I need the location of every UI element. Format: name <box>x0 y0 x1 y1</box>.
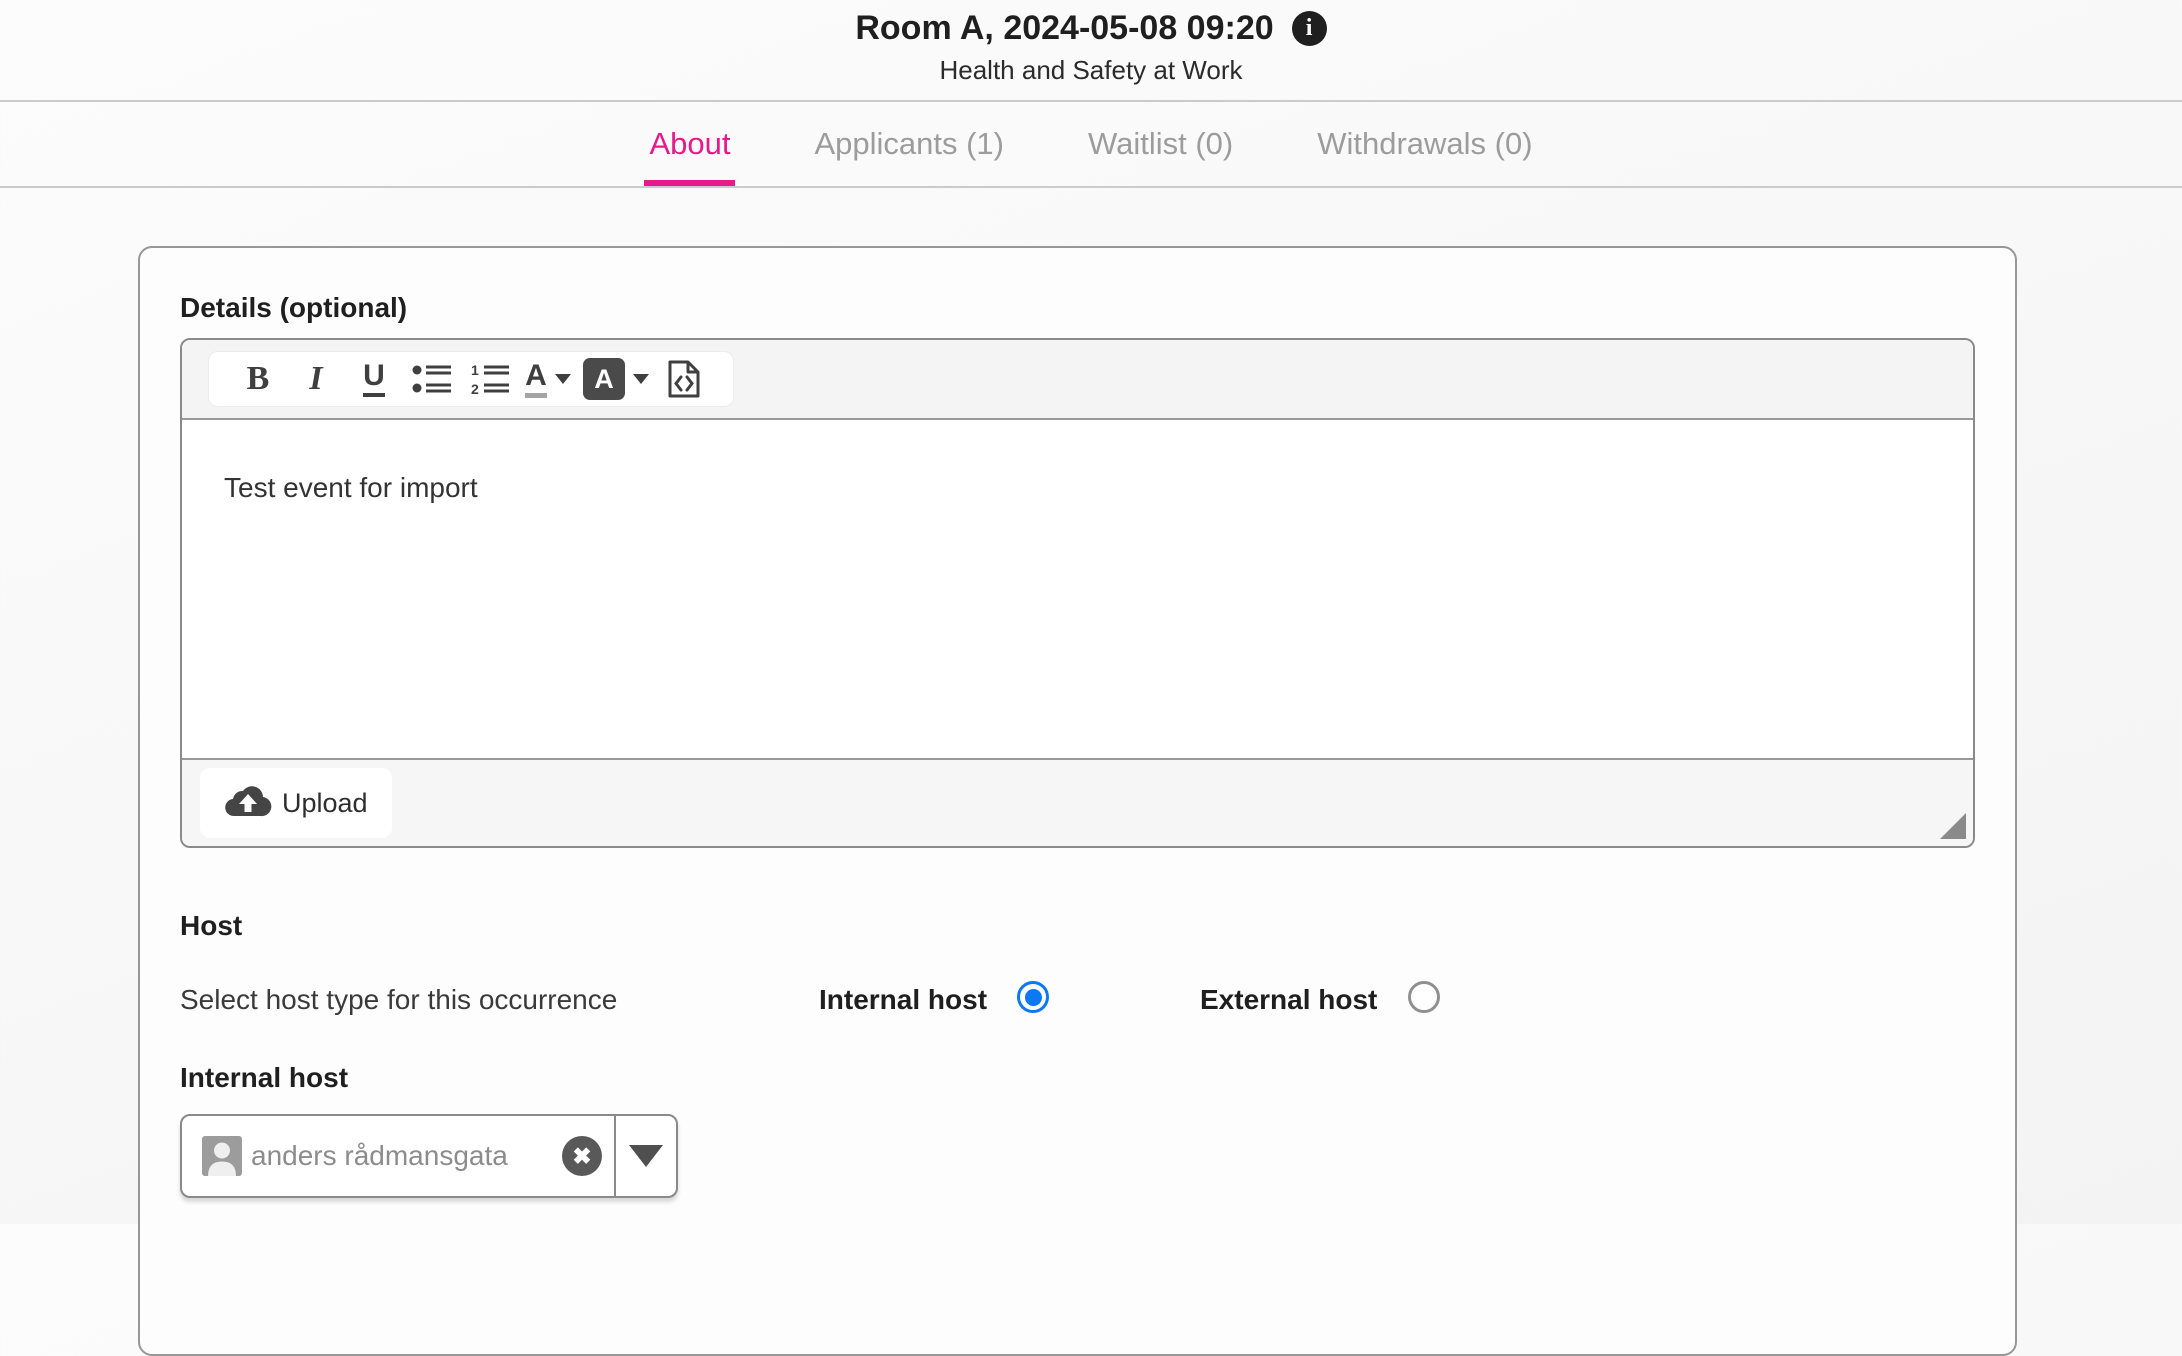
font-color-icon[interactable]: A <box>525 355 571 403</box>
details-editor: B I U 1 2 A A Test event for import Uplo… <box>180 338 1975 848</box>
host-type-label: Select host type for this occurrence <box>180 984 618 1015</box>
tab-bar: About Applicants (1) Waitlist (0) Withdr… <box>0 102 2182 188</box>
numbered-list-icon[interactable]: 1 2 <box>467 355 513 403</box>
chevron-down-icon <box>554 374 571 384</box>
remove-host-icon[interactable]: ✖ <box>562 1136 602 1176</box>
selected-host-token: anders rådmansgata ✖ <box>182 1116 614 1196</box>
chevron-down-icon <box>633 374 649 384</box>
bulleted-list-icon[interactable] <box>409 355 455 403</box>
editor-content[interactable]: Test event for import <box>182 420 1973 758</box>
tab-applicants[interactable]: Applicants (1) <box>814 102 1004 186</box>
header: Room A, 2024-05-08 09:20 i Health and Sa… <box>0 0 2182 102</box>
upload-button[interactable]: Upload <box>200 768 392 838</box>
external-host-radio[interactable] <box>1408 981 1440 1013</box>
page-title: Room A, 2024-05-08 09:20 <box>855 9 1274 47</box>
editor-toolbar-group: B I U 1 2 A A <box>208 351 734 407</box>
details-label: Details (optional) <box>180 292 408 323</box>
selected-host-name: anders rådmansgata <box>251 1140 508 1171</box>
tab-withdrawals[interactable]: Withdrawals (0) <box>1317 102 1532 186</box>
italic-icon[interactable]: I <box>293 355 339 403</box>
about-panel: Details (optional) B I U 1 2 A A Test ev… <box>138 246 2017 1356</box>
cloud-upload-icon <box>224 783 272 824</box>
resize-handle[interactable] <box>1940 813 1966 839</box>
external-host-option-label[interactable]: External host <box>1200 984 1377 1016</box>
dropdown-arrow-icon <box>629 1145 663 1167</box>
upload-label: Upload <box>282 787 368 818</box>
underline-icon[interactable]: U <box>351 355 397 403</box>
internal-host-select[interactable]: anders rådmansgata ✖ <box>180 1114 678 1198</box>
tab-waitlist[interactable]: Waitlist (0) <box>1088 102 1233 186</box>
person-avatar-icon <box>202 1136 242 1176</box>
host-type-row: Select host type for this occurrence Int… <box>140 978 2015 1026</box>
view-source-icon[interactable] <box>661 355 707 403</box>
page-subtitle: Health and Safety at Work <box>939 55 1243 85</box>
tab-about[interactable]: About <box>644 102 736 186</box>
editor-toolbar: B I U 1 2 A A <box>182 340 1973 420</box>
svg-text:1: 1 <box>471 362 479 378</box>
internal-host-label: Internal host <box>180 1062 349 1093</box>
host-heading: Host <box>180 910 243 941</box>
background-color-icon[interactable]: A <box>583 355 649 403</box>
internal-host-radio[interactable] <box>1017 981 1049 1013</box>
editor-footer: Upload <box>182 758 1973 846</box>
info-circle-icon[interactable]: i <box>1291 11 1327 46</box>
internal-host-option-label[interactable]: Internal host <box>819 984 987 1016</box>
select-dropdown-button[interactable] <box>614 1116 676 1196</box>
svg-text:2: 2 <box>471 381 479 396</box>
bold-icon[interactable]: B <box>235 355 281 403</box>
